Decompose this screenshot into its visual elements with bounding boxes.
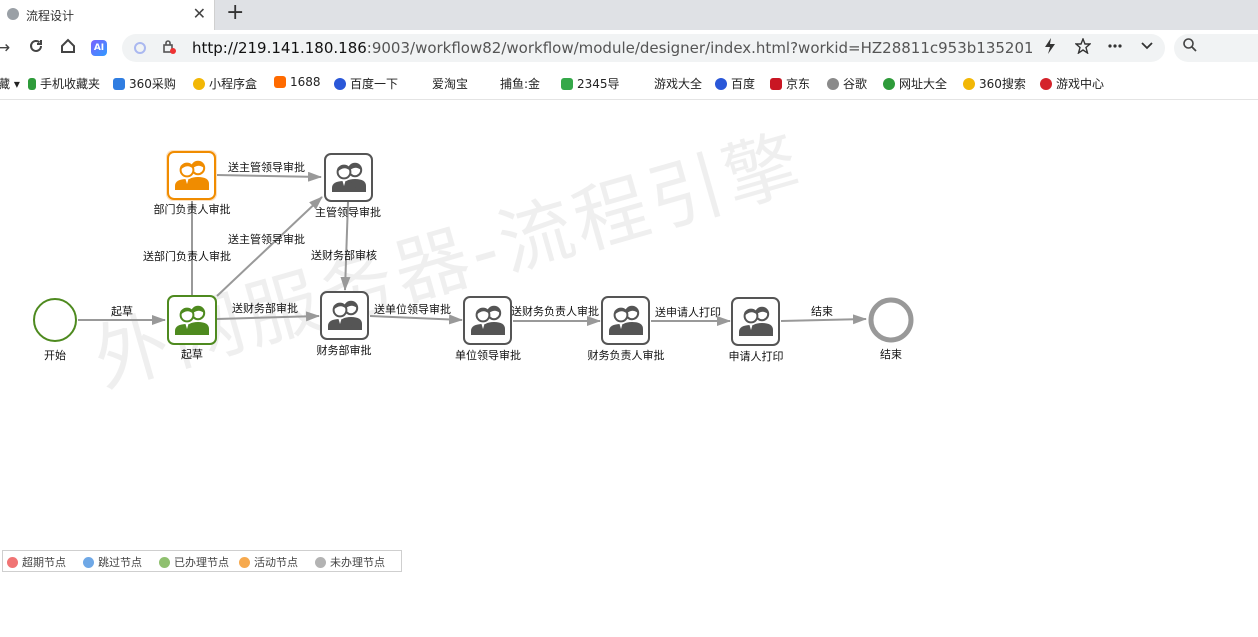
edge-label: 送财务部审核 bbox=[311, 248, 377, 262]
node-label: 部门负责人审批 bbox=[154, 202, 231, 216]
edge-label: 送财务负责人审批 bbox=[511, 304, 599, 318]
legend-item: 跳过节点 bbox=[83, 554, 142, 570]
address-bar[interactable]: http://219.141.180.186:9003/workflow82/w… bbox=[122, 34, 1165, 62]
link-icon bbox=[113, 78, 125, 90]
skipped-dot-icon bbox=[83, 557, 94, 568]
start-node[interactable]: 开始 bbox=[33, 298, 77, 362]
edge-finance-unit[interactable] bbox=[369, 314, 463, 325]
legend-item: 活动节点 bbox=[239, 554, 298, 570]
node-label: 主管领导审批 bbox=[315, 205, 381, 219]
legend-item: 未办理节点 bbox=[315, 554, 385, 570]
node-label: 单位领导审批 bbox=[455, 348, 521, 362]
edge-label: 起草 bbox=[111, 305, 133, 318]
search-360-icon bbox=[963, 78, 975, 90]
edge-label: 送单位领导审批 bbox=[374, 302, 451, 316]
end-node[interactable]: 结束 bbox=[868, 297, 914, 361]
bookmark-item[interactable]: 游戏中心 bbox=[1040, 75, 1104, 92]
bookmark-item[interactable]: 藏 ▾ bbox=[0, 75, 20, 92]
node-finance[interactable]: 财务部审批 bbox=[317, 291, 372, 357]
edge-label: 送主管领导审批 bbox=[228, 232, 305, 246]
active-dot-icon bbox=[239, 557, 250, 568]
overdue-dot-icon bbox=[7, 557, 18, 568]
node-dept-head[interactable]: 部门负责人审批 bbox=[154, 150, 231, 216]
navigation-icon bbox=[883, 78, 895, 90]
handled-dot-icon bbox=[159, 557, 170, 568]
legend-item: 超期节点 bbox=[7, 554, 66, 570]
edge-label: 送财务部审批 bbox=[232, 301, 298, 315]
site-info-icon[interactable] bbox=[134, 42, 146, 54]
bookmark-item[interactable]: 360采购 bbox=[113, 75, 176, 92]
edge-dept-supervisor[interactable] bbox=[216, 171, 322, 182]
edge-label: 送部门负责人审批 bbox=[143, 249, 231, 263]
node-supervisor[interactable]: 主管领导审批 bbox=[315, 153, 381, 219]
bookmark-item[interactable]: 谷歌 bbox=[827, 75, 867, 92]
more-icon[interactable] bbox=[1107, 38, 1123, 58]
back-icon[interactable]: → bbox=[0, 38, 10, 58]
close-tab-icon[interactable]: ✕ bbox=[193, 4, 206, 23]
globe-icon bbox=[827, 78, 839, 90]
search-icon[interactable] bbox=[1182, 37, 1198, 57]
bookmark-item[interactable]: 百度 bbox=[715, 75, 755, 92]
node-draft[interactable]: 起草 bbox=[167, 295, 217, 361]
node-label: 结束 bbox=[880, 348, 902, 361]
url-text[interactable]: http://219.141.180.186:9003/workflow82/w… bbox=[192, 39, 1032, 57]
bookmark-item[interactable]: 1688 bbox=[274, 75, 321, 89]
search-box[interactable] bbox=[1174, 34, 1258, 62]
popup-blocked-icon[interactable] bbox=[162, 40, 176, 58]
node-label: 财务部审批 bbox=[317, 343, 372, 357]
lightning-icon[interactable] bbox=[1044, 38, 1056, 58]
star-icon[interactable] bbox=[1074, 37, 1092, 58]
status-legend: 超期节点 跳过节点 已办理节点 活动节点 未办理节点 bbox=[2, 550, 402, 572]
new-tab-button[interactable]: + bbox=[226, 1, 244, 25]
edge-label: 结束 bbox=[811, 305, 833, 318]
globe-icon bbox=[7, 8, 19, 20]
tab-title: 流程设计 bbox=[26, 9, 75, 23]
node-label: 财务负责人审批 bbox=[588, 348, 665, 362]
reload-icon[interactable] bbox=[28, 38, 44, 59]
bookmark-item[interactable]: 网址大全 bbox=[883, 75, 947, 92]
pending-dot-icon bbox=[315, 557, 326, 568]
browser-toolbar: → AI http://219.141.180.186:9003/workflo… bbox=[0, 30, 1258, 66]
node-finance-head[interactable]: 财务负责人审批 bbox=[588, 296, 665, 362]
edge-draft-finance[interactable] bbox=[216, 311, 320, 322]
node-label: 起草 bbox=[181, 348, 203, 361]
bookmark-item[interactable]: 手机收藏夹 bbox=[28, 75, 100, 92]
tab-workflow-design[interactable]: 流程设计 ✕ bbox=[0, 0, 215, 30]
edge-print-end[interactable] bbox=[780, 314, 867, 325]
bookmarks-bar: 藏 ▾ 手机收藏夹 360采购 小程序盒 1688 百度一下 爱淘宝 捕鱼:金 … bbox=[0, 66, 1258, 100]
house-icon bbox=[561, 78, 573, 90]
bookmark-item[interactable]: 360搜索 bbox=[963, 75, 1026, 92]
tab-strip: 流程设计 ✕ + bbox=[0, 0, 1258, 30]
node-label: 开始 bbox=[44, 348, 66, 362]
edge-label: 送申请人打印 bbox=[655, 305, 721, 319]
bookmark-item[interactable]: 爱淘宝 bbox=[432, 75, 468, 92]
bookmark-item[interactable]: 小程序盒 bbox=[193, 75, 257, 92]
bookmark-item[interactable]: 游戏大全 bbox=[654, 75, 702, 92]
miniapp-icon bbox=[193, 78, 205, 90]
bookmark-item[interactable]: 百度一下 bbox=[334, 75, 398, 92]
bookmark-item[interactable]: 捕鱼:金 bbox=[500, 75, 540, 92]
node-unit-leader[interactable]: 单位领导审批 bbox=[455, 296, 521, 362]
edge-draft-supervisor[interactable] bbox=[216, 196, 323, 297]
ai-assistant-icon[interactable]: AI bbox=[91, 40, 107, 56]
chevron-down-icon[interactable] bbox=[1140, 38, 1154, 58]
legend-item: 已办理节点 bbox=[159, 554, 229, 570]
game-icon bbox=[1040, 78, 1052, 90]
jd-icon bbox=[770, 78, 782, 90]
edge-label: 送主管领导审批 bbox=[228, 160, 305, 174]
bookmark-item[interactable]: 2345导 bbox=[561, 75, 620, 92]
baidu-icon bbox=[715, 78, 727, 90]
workflow-canvas[interactable]: 外网服务器-流程引擎 起草 送部门负责人审批 送主管领导审批 送主管领导审批 送… bbox=[0, 100, 1258, 637]
baidu-icon bbox=[334, 78, 346, 90]
alibaba-icon bbox=[274, 76, 286, 88]
node-label: 申请人打印 bbox=[729, 349, 784, 363]
phone-icon bbox=[28, 78, 36, 90]
bookmark-item[interactable]: 京东 bbox=[770, 75, 810, 92]
home-icon[interactable] bbox=[60, 38, 76, 59]
node-applicant-print[interactable]: 申请人打印 bbox=[729, 297, 784, 363]
